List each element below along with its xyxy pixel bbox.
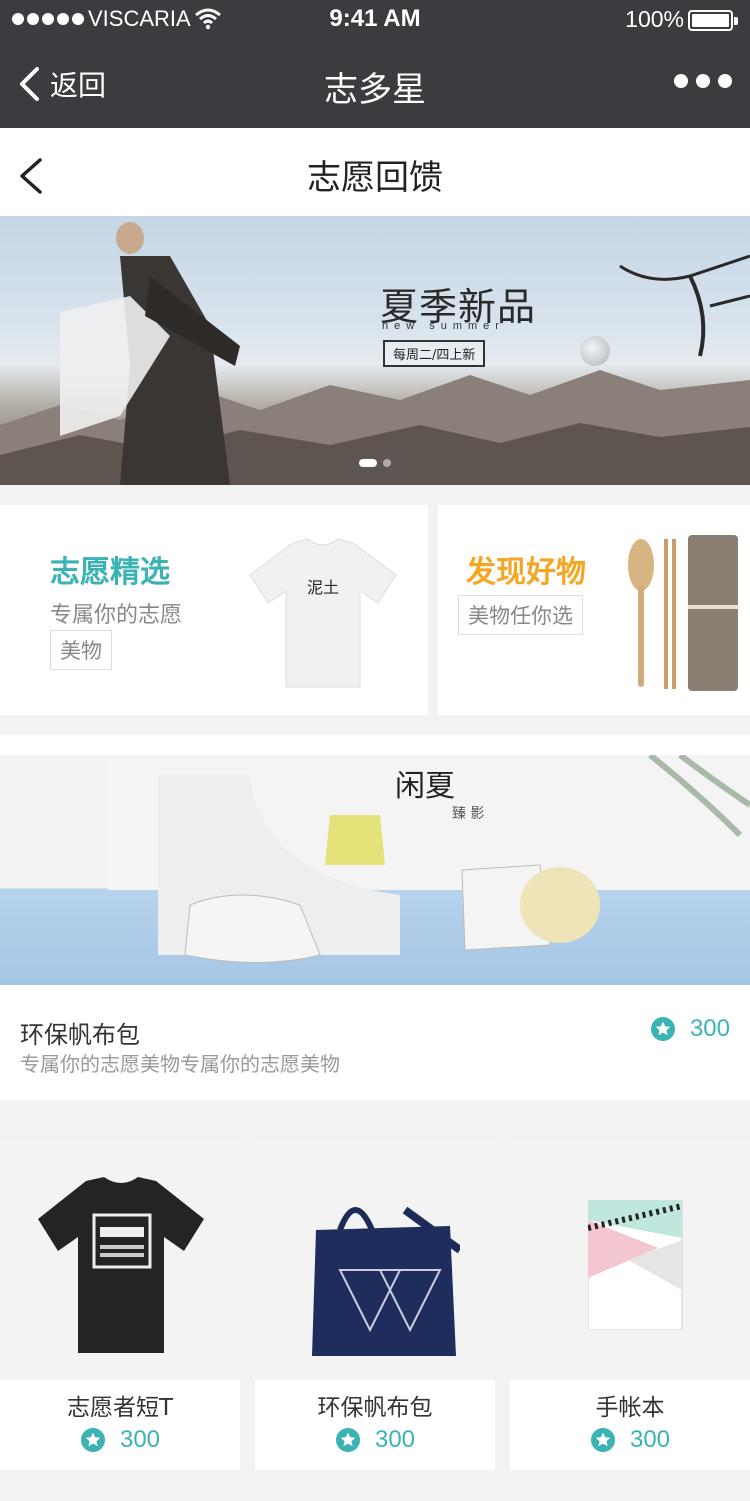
page-header: 志愿回馈 <box>0 128 750 216</box>
card-tag: 美物 <box>50 630 112 670</box>
status-bar: VISCARIA 9:41 AM 100% <box>0 0 750 40</box>
tshirt-print: 泥土 <box>307 578 339 597</box>
star-icon <box>650 1017 675 1041</box>
product-card-volunteer-tshirt[interactable]: 志愿者短T 300 <box>0 1140 240 1470</box>
branch-illustration <box>619 254 750 357</box>
navy-tote-image <box>312 1206 460 1356</box>
featured-product-name: 环保帆布包 <box>20 1021 140 1049</box>
banner-tag: 每周二/四上新 <box>383 340 486 367</box>
featured-image-title: 闲夏 <box>395 769 455 804</box>
notebook-image <box>588 1200 683 1330</box>
featured-product[interactable]: 闲夏 臻 影 环保帆布包 专属你的志愿美物专属你的志愿美物 300 <box>0 735 750 1100</box>
product-name: 环保帆布包 <box>317 1395 433 1421</box>
points-value: 300 <box>689 1015 730 1042</box>
utensils-image <box>628 535 738 691</box>
product-grid: 志愿者短T 300 环保帆布包 300 手帐本 300 <box>0 1140 750 1470</box>
nav-back-button[interactable]: 返回 <box>18 64 106 104</box>
product-points: 300 <box>510 1426 750 1454</box>
card-subtitle: 专属你的志愿 <box>50 603 183 628</box>
page-title: 志愿回馈 <box>307 158 443 198</box>
promo-banner[interactable]: 夏季新品 new summer 每周二/四上新 <box>0 216 750 485</box>
product-card-notebook[interactable]: 手帐本 300 <box>510 1140 750 1470</box>
points-value: 300 <box>629 1426 671 1453</box>
bags-illustration <box>158 755 750 963</box>
more-icon[interactable] <box>674 74 732 88</box>
points-value: 300 <box>119 1426 161 1453</box>
product-points: 300 <box>255 1426 495 1454</box>
product-points: 300 <box>0 1426 240 1454</box>
model-figure <box>60 222 240 485</box>
back-chevron-icon[interactable] <box>16 156 44 196</box>
featured-product-image: 闲夏 臻 影 <box>0 755 750 985</box>
grid-divider <box>495 1140 510 1470</box>
featured-product-description: 专属你的志愿美物专属你的志愿美物 <box>20 1052 340 1076</box>
back-chevron-icon <box>20 67 39 101</box>
card-title: 发现好物 <box>466 555 586 590</box>
product-name: 手帐本 <box>595 1395 665 1421</box>
card-discover-goods[interactable]: 发现好物 美物任你选 <box>438 505 750 715</box>
product-card-canvas-bag[interactable]: 环保帆布包 300 <box>255 1140 495 1470</box>
nav-bar: 返回 志多星 <box>0 40 750 128</box>
product-image <box>255 1140 495 1380</box>
battery-percentage: 100% <box>625 6 684 32</box>
app-top-bar: VISCARIA 9:41 AM 100% 返回 志多星 <box>0 0 750 128</box>
card-title: 志愿精选 <box>50 555 170 590</box>
star-icon <box>590 1428 615 1452</box>
black-tshirt-image <box>38 1177 204 1353</box>
white-tshirt-image: 泥土 <box>249 538 397 688</box>
battery-icon <box>688 10 738 32</box>
card-volunteer-selection[interactable]: 志愿精选 专属你的志愿 美物 泥土 <box>0 505 428 715</box>
star-icon <box>80 1428 105 1452</box>
star-icon <box>335 1428 360 1452</box>
product-name: 志愿者短T <box>66 1395 174 1421</box>
featured-product-points: 300 <box>650 1015 730 1043</box>
points-value: 300 <box>374 1426 416 1453</box>
grid-divider <box>240 1140 255 1470</box>
featured-image-text: 臻 影 <box>452 806 485 822</box>
product-image <box>510 1140 750 1380</box>
moon-stone <box>580 336 610 366</box>
product-image <box>0 1140 240 1380</box>
carousel-dots <box>0 459 750 467</box>
card-tag: 美物任你选 <box>458 595 583 635</box>
nav-back-label: 返回 <box>50 69 107 102</box>
banner-subtitle: new summer <box>382 320 505 332</box>
nav-title: 志多星 <box>324 70 426 110</box>
